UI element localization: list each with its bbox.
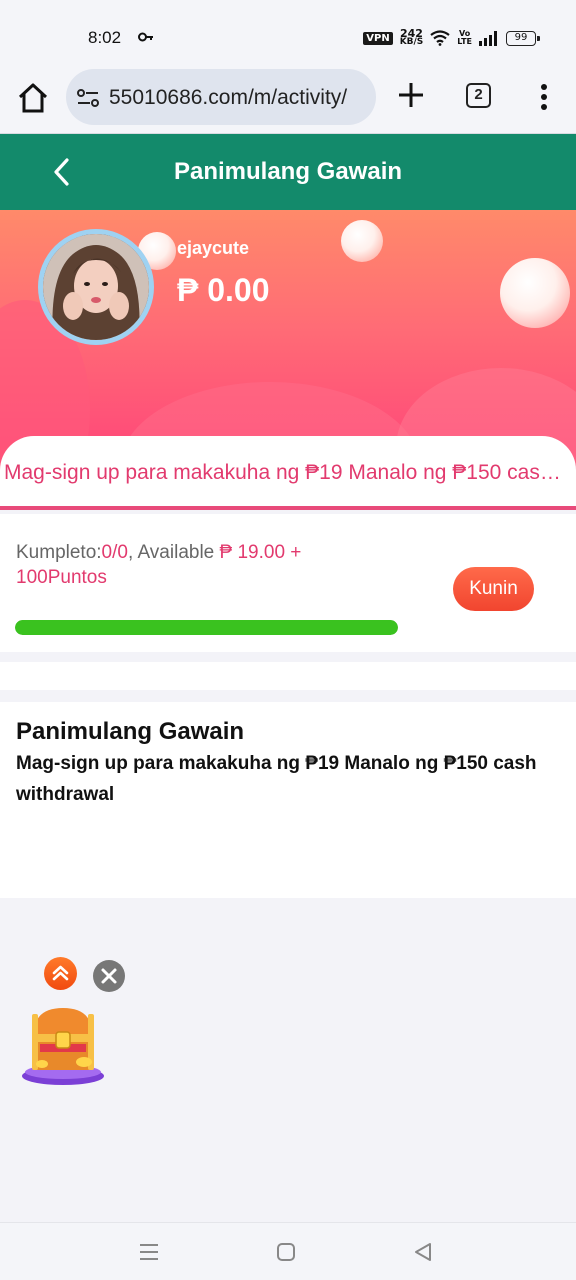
completed-count: 0/0 — [101, 542, 128, 563]
home-icon[interactable] — [16, 81, 50, 115]
completed-label: Kumpleto: — [16, 542, 102, 563]
decor-bubble — [341, 220, 383, 262]
site-settings-icon[interactable] — [76, 87, 100, 109]
close-icon[interactable] — [93, 960, 125, 992]
signal-icon — [479, 30, 497, 46]
description-body: Mag-sign up para makakuha ng ₱19 Manalo … — [16, 753, 537, 805]
volte-bottom: LTE — [457, 37, 472, 46]
more-vert-icon[interactable] — [532, 82, 556, 112]
wifi-icon — [430, 30, 450, 46]
balance-amount: ₱ 0.00 — [177, 272, 270, 308]
system-nav-bar — [0, 1222, 576, 1280]
volte-indicator: Vo LTE — [457, 30, 472, 46]
status-bar: 8:02 VPN 242 KB/S Vo LTE 99 — [0, 0, 576, 64]
username: ejaycute — [177, 238, 250, 258]
page-title: Panimulang Gawain — [173, 158, 403, 185]
key-icon — [138, 32, 153, 42]
section-divider — [0, 662, 576, 690]
available-label: , Available — [127, 542, 220, 563]
treasure-chest-icon[interactable] — [20, 1004, 106, 1086]
speed-unit: KB/S — [399, 37, 424, 47]
double-chevron-up-icon[interactable] — [44, 957, 77, 990]
browser-toolbar: 55010686.com/m/activity/ 2 — [0, 64, 576, 134]
app-header: Panimulang Gawain — [0, 134, 576, 210]
marquee-text: Mag-sign up para makakuha ng ₱19 Manalo … — [4, 461, 572, 484]
claim-button[interactable]: Kunin — [453, 567, 534, 611]
status-icons: VPN 242 KB/S Vo LTE 99 — [363, 28, 540, 47]
avatar[interactable] — [38, 229, 154, 345]
task-progress-card: Kumpleto:0/0, Available ₱ 19.00 + 100Pun… — [0, 514, 576, 652]
recent-apps-icon[interactable] — [138, 1241, 160, 1263]
progress-bar-fill — [15, 620, 398, 635]
announcement-marquee: Mag-sign up para makakuha ng ₱19 Manalo … — [0, 436, 576, 510]
battery-indicator: 99 — [506, 30, 540, 46]
description-title: Panimulang Gawain — [16, 718, 245, 745]
url-text[interactable]: 55010686.com/m/activity/ — [109, 86, 371, 110]
tab-switcher-button[interactable]: 2 — [466, 83, 491, 108]
address-bar[interactable]: 55010686.com/m/activity/ — [66, 69, 376, 125]
vpn-badge: VPN — [363, 31, 393, 45]
decor-bubble — [500, 258, 570, 328]
home-square-icon[interactable] — [275, 1241, 297, 1263]
status-time: 8:02 — [88, 28, 122, 47]
task-description: Panimulang Gawain Mag-sign up para makak… — [0, 702, 576, 898]
progress-bar — [15, 620, 398, 635]
avatar-photo — [43, 234, 149, 340]
profile-hero: ejaycute ₱ 0.00 Mag-sign up para makakuh… — [0, 210, 576, 510]
network-speed: 242 KB/S — [399, 28, 424, 47]
plus-icon[interactable] — [396, 80, 426, 110]
back-triangle-icon[interactable] — [412, 1241, 434, 1263]
progress-summary: Kumpleto:0/0, Available ₱ 19.00 + 100Pun… — [16, 540, 396, 590]
